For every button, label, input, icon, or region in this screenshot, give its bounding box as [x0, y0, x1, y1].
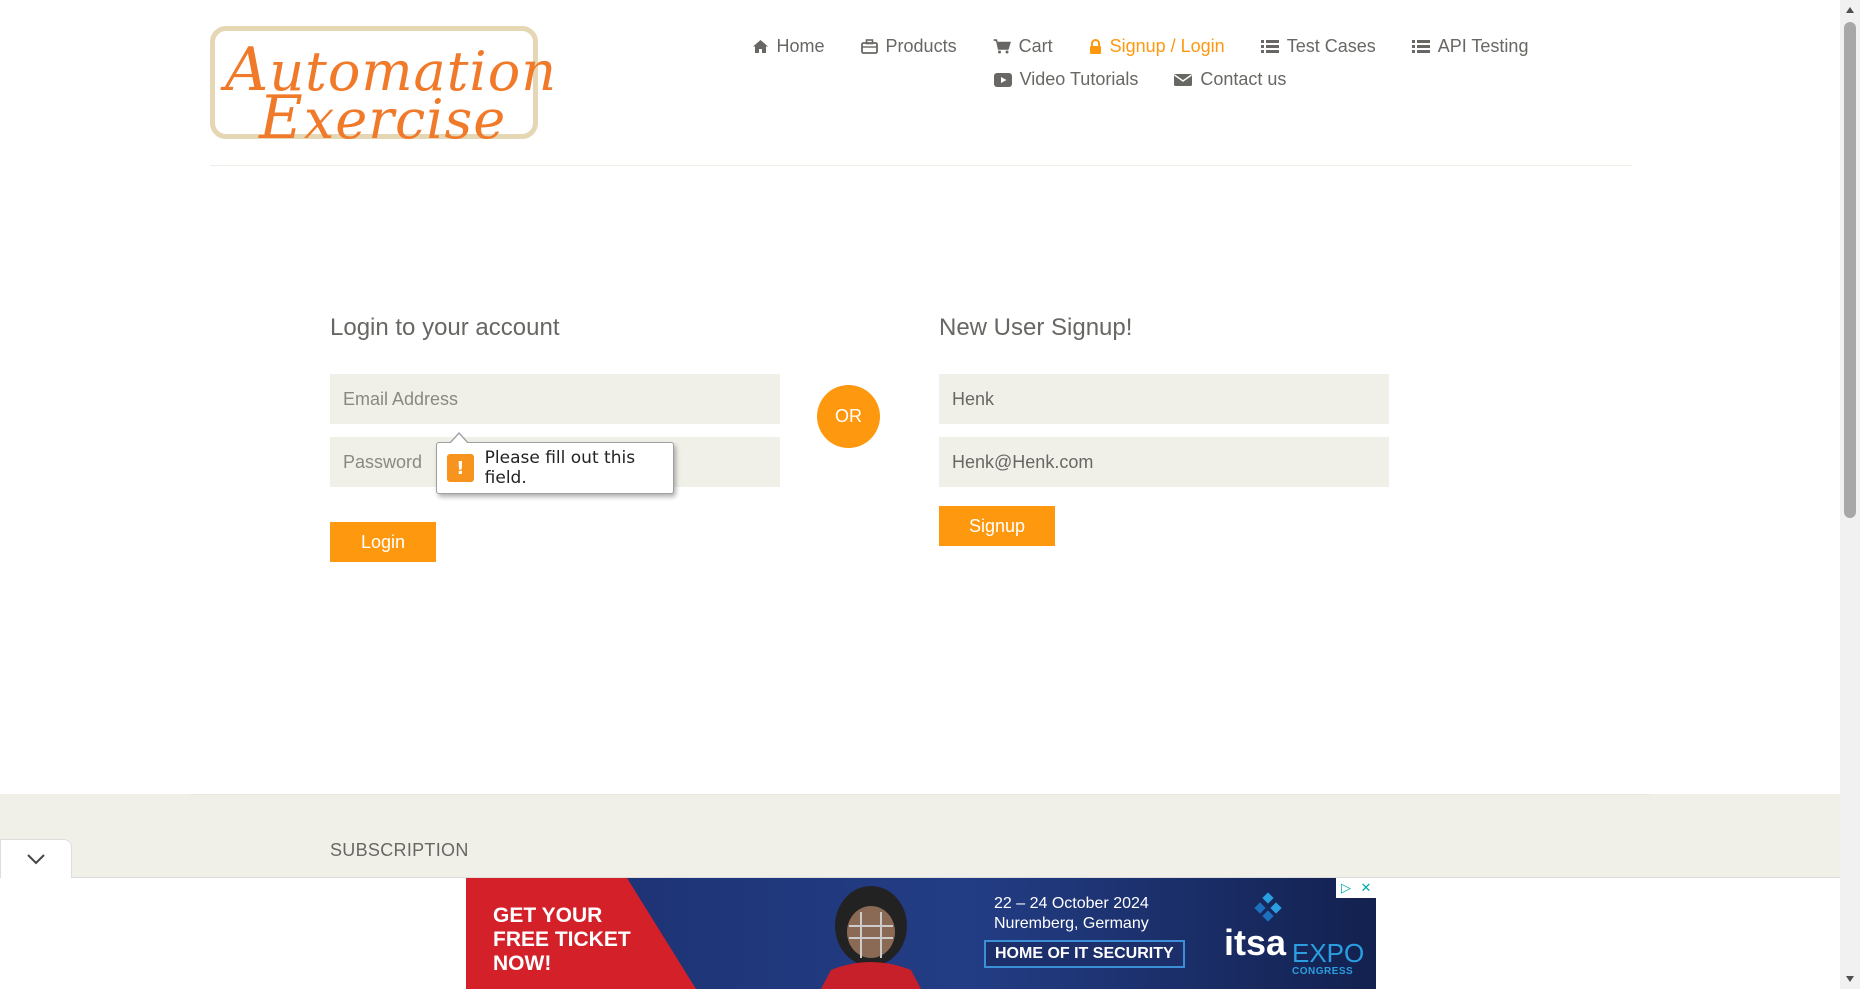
signup-title: New User Signup! [939, 314, 1133, 341]
ad-cta: GET YOUR FREE TICKET NOW! [493, 904, 631, 975]
nav-contact-us-label: Contact us [1200, 69, 1287, 89]
nav-signup-login[interactable]: Signup / Login [1089, 36, 1225, 57]
logo-letter-e: E [259, 83, 304, 153]
site-header: Automation Exercise Home Products Cart S… [0, 0, 1840, 166]
nav-contact-us[interactable]: Contact us [1174, 69, 1286, 90]
site-logo[interactable]: Automation Exercise [210, 26, 556, 153]
nav-products-label: Products [885, 36, 957, 56]
validation-tooltip: ! Please fill out this field. [436, 432, 674, 494]
scroll-down-arrow-icon[interactable] [1840, 969, 1860, 989]
home-icon [752, 40, 768, 53]
login-email-placeholder: Email Address [343, 388, 459, 409]
login-password-placeholder: Password [343, 451, 423, 472]
briefcase-icon [860, 39, 878, 54]
logo-text-exercise: xercise [303, 88, 507, 151]
adchoices-icon[interactable]: ▷ [1336, 878, 1356, 898]
login-email-input[interactable]: Email Address [330, 374, 780, 424]
signup-name-input[interactable]: Henk [939, 374, 1389, 424]
login-title: Login to your account [330, 314, 560, 341]
youtube-play-icon [993, 72, 1012, 87]
nav-cart[interactable]: Cart [993, 36, 1053, 57]
nav-api-testing[interactable]: API Testing [1411, 36, 1529, 57]
nav-cart-label: Cart [1018, 36, 1053, 56]
ad-location: Nuremberg, Germany [994, 915, 1149, 932]
subscription-title: SUBSCRIPTION [330, 840, 469, 860]
cart-icon [993, 39, 1011, 54]
ad-logo-dots-icon [1254, 892, 1282, 922]
validation-message: Please fill out this field. [484, 448, 636, 488]
ad-banner[interactable]: GET YOUR FREE TICKET NOW! 22 – 24 Octobe… [466, 878, 1376, 989]
nav-home-label: Home [776, 36, 825, 56]
scroll-up-arrow-icon[interactable] [1840, 0, 1860, 20]
lock-icon [1089, 39, 1101, 54]
nav-test-cases[interactable]: Test Cases [1260, 36, 1376, 57]
nav-test-cases-label: Test Cases [1286, 36, 1376, 56]
ad-brand-expo: EXPO [1292, 938, 1365, 968]
footer-divider [190, 794, 1650, 795]
list-icon [1411, 40, 1430, 53]
or-divider: OR [817, 385, 880, 448]
ad-brand: itsa [1224, 922, 1286, 964]
nav-signup-login-label: Signup / Login [1109, 36, 1225, 56]
ad-tagline: HOME OF IT SECURITY [984, 940, 1185, 968]
warning-icon: ! [447, 454, 474, 482]
ad-brand-congress: CONGRESS [1292, 966, 1354, 977]
signup-button[interactable]: Signup [939, 506, 1055, 546]
header-divider [210, 165, 1632, 166]
ad-brand-it: it [1224, 922, 1246, 963]
nav-video-tutorials[interactable]: Video Tutorials [993, 69, 1139, 90]
nav-home[interactable]: Home [752, 36, 825, 57]
ad-choices[interactable]: ▷ ✕ [1336, 878, 1376, 898]
ad-date: 22 – 24 October 2024 [994, 895, 1149, 912]
signup-email-input[interactable]: Henk@Henk.com [939, 437, 1389, 487]
nav-api-testing-label: API Testing [1437, 36, 1529, 56]
list-icon [1260, 40, 1279, 53]
ad-brand-sa: sa [1246, 922, 1287, 963]
signup-form: New User Signup! Henk Henk@Henk.com Sign… [939, 314, 1389, 546]
chevron-down-icon [27, 854, 45, 865]
nav-products[interactable]: Products [860, 36, 957, 57]
page-scrollbar[interactable] [1840, 0, 1860, 989]
nav-video-tutorials-label: Video Tutorials [1019, 69, 1139, 89]
ad-collapse-toggle[interactable] [0, 839, 72, 878]
ad-date-location: 22 – 24 October 2024 Nuremberg, Germany [994, 894, 1149, 934]
ad-close-icon[interactable]: ✕ [1356, 878, 1376, 898]
envelope-icon [1174, 73, 1193, 86]
scrollbar-thumb[interactable] [1844, 22, 1856, 518]
login-button[interactable]: Login [330, 522, 436, 562]
main-nav: Home Products Cart Signup / Login Test C… [700, 36, 1580, 90]
ad-player-image [821, 886, 921, 989]
